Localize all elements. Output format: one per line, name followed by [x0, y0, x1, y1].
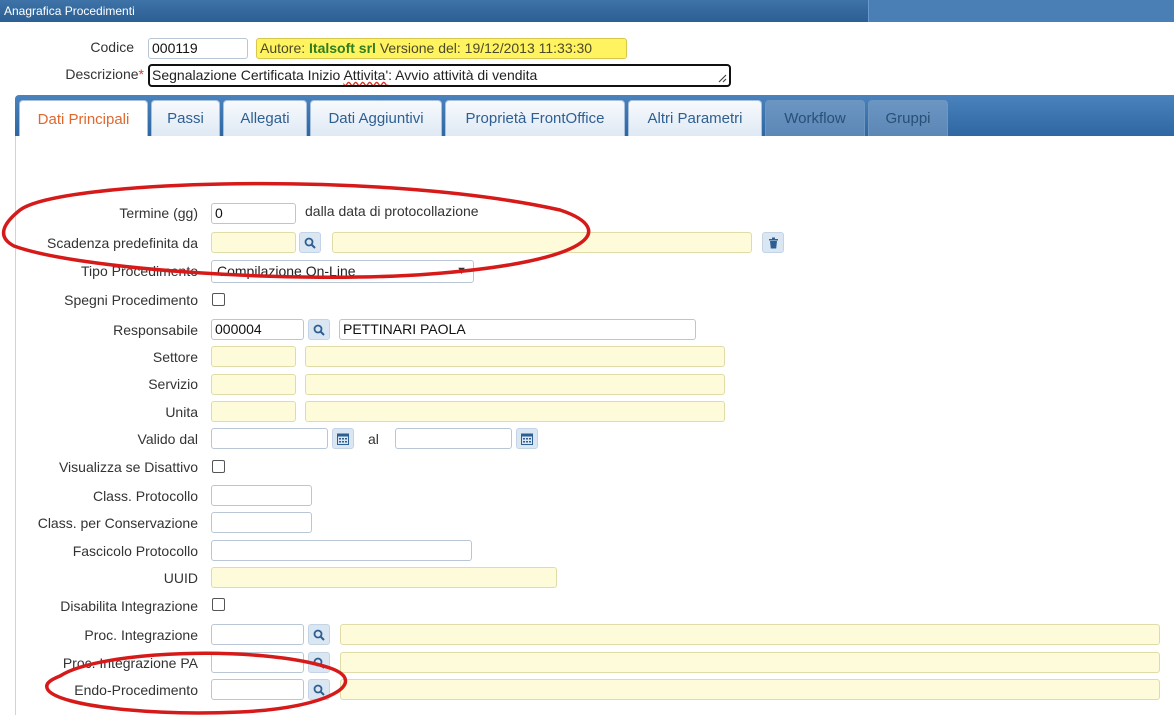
responsabile-label: Responsabile — [113, 322, 198, 338]
class-conservazione-label: Class. per Conservazione — [37, 515, 198, 531]
endo-procedimento-code-input[interactable] — [211, 679, 304, 700]
responsabile-search-button[interactable] — [308, 319, 330, 340]
proc-integrazione-pa-desc-input[interactable] — [340, 652, 1160, 673]
tab-allegati[interactable]: Allegati — [223, 100, 307, 136]
magnifier-icon — [313, 684, 325, 696]
window-title-bar: Anagrafica Procedimenti — [0, 0, 1174, 22]
required-asterisk: * — [138, 66, 144, 82]
visualizza-label: Visualizza se Disattivo — [58, 459, 198, 475]
scadenza-delete-button[interactable] — [762, 232, 784, 253]
chevron-down-icon: ▼ — [456, 265, 467, 277]
tab-passi[interactable]: Passi — [151, 100, 220, 136]
al-label: al — [368, 431, 379, 447]
magnifier-icon — [313, 629, 325, 641]
endo-procedimento-search-button[interactable] — [308, 679, 330, 700]
scadenza-label: Scadenza predefinita da — [47, 235, 198, 251]
servizio-label: Servizio — [148, 376, 198, 392]
descrizione-text-pre: Segnalazione Certificata Inizio — [152, 67, 344, 83]
descrizione-textarea[interactable]: Segnalazione Certificata Inizio Attivita… — [148, 64, 731, 87]
descrizione-text-misspelled: Attivita' — [343, 67, 389, 83]
valido-dal-calendar-button[interactable] — [332, 428, 354, 449]
window-title: Anagrafica Procedimenti — [4, 4, 135, 18]
tab-workflow: Workflow — [765, 100, 865, 136]
tipo-procedimento-value: Compilazione On-Line — [217, 263, 356, 279]
valido-al-input[interactable] — [395, 428, 512, 449]
tipo-procedimento-select[interactable]: Compilazione On-Line ▼ — [211, 260, 474, 283]
magnifier-icon — [313, 657, 325, 669]
visualizza-checkbox[interactable] — [212, 460, 225, 473]
responsabile-name-input[interactable]: PETTINARI PAOLA — [339, 319, 696, 340]
settore-label: Settore — [152, 349, 198, 365]
info-prefix: Autore: — [260, 40, 310, 56]
disabilita-label: Disabilita Integrazione — [60, 598, 198, 614]
scadenza-search-button[interactable] — [299, 232, 321, 253]
magnifier-icon — [304, 237, 316, 249]
calendar-icon — [337, 433, 349, 445]
spegni-label: Spegni Procedimento — [64, 292, 198, 308]
codice-label: Codice — [90, 39, 134, 55]
disabilita-checkbox[interactable] — [212, 598, 225, 611]
tab-proprieta-frontoffice[interactable]: Proprietà FrontOffice — [445, 100, 625, 136]
tipo-procedimento-label: Tipo Procedimento — [81, 263, 198, 279]
resize-grip-icon[interactable] — [718, 74, 727, 83]
tab-dati-aggiuntivi[interactable]: Dati Aggiuntivi — [310, 100, 442, 136]
class-protocollo-input[interactable] — [211, 485, 312, 506]
unita-code-input[interactable] — [211, 401, 296, 422]
termine-suffix: dalla data di protocollazione — [305, 203, 479, 219]
settore-desc-input[interactable] — [305, 346, 725, 367]
class-conservazione-input[interactable] — [211, 512, 312, 533]
descrizione-label: Descrizione* — [10, 66, 144, 82]
uuid-input[interactable] — [211, 567, 557, 588]
calendar-icon — [521, 433, 533, 445]
valido-al-calendar-button[interactable] — [516, 428, 538, 449]
unita-label: Unita — [165, 404, 198, 420]
servizio-desc-input[interactable] — [305, 374, 725, 395]
unita-desc-input[interactable] — [305, 401, 725, 422]
info-suffix: Versione del: 19/12/2013 11:33:30 — [375, 40, 593, 56]
proc-integrazione-label: Proc. Integrazione — [84, 627, 198, 643]
codice-input[interactable]: 000119 — [148, 38, 248, 59]
termine-label: Termine (gg) — [119, 205, 198, 221]
scadenza-desc-input[interactable] — [332, 232, 752, 253]
scadenza-code-input[interactable] — [211, 232, 296, 253]
trash-icon — [768, 237, 778, 248]
endo-procedimento-label: Endo-Procedimento — [74, 682, 198, 698]
proc-integrazione-pa-search-button[interactable] — [308, 652, 330, 673]
fascicolo-label: Fascicolo Protocollo — [72, 543, 198, 559]
proc-integrazione-pa-code-input[interactable] — [211, 652, 304, 673]
valido-dal-label: Valido dal — [137, 431, 198, 447]
tab-gruppi: Gruppi — [868, 100, 948, 136]
termine-input[interactable]: 0 — [211, 203, 296, 224]
author-version-info: Autore: Italsoft srl Versione del: 19/12… — [256, 38, 627, 59]
spegni-checkbox[interactable] — [212, 293, 225, 306]
tab-dati-principali[interactable]: Dati Principali — [19, 100, 148, 137]
descrizione-label-text: Descrizione — [65, 66, 139, 82]
tab-altri-parametri[interactable]: Altri Parametri — [628, 100, 762, 136]
proc-integrazione-code-input[interactable] — [211, 624, 304, 645]
fascicolo-input[interactable] — [211, 540, 472, 561]
descrizione-text-post: : Avvio attività di vendita — [388, 67, 538, 83]
proc-integrazione-desc-input[interactable] — [340, 624, 1160, 645]
title-bar-right-area — [868, 0, 1174, 22]
responsabile-code-input[interactable]: 000004 — [211, 319, 304, 340]
info-author: Italsoft srl — [309, 40, 376, 56]
settore-code-input[interactable] — [211, 346, 296, 367]
endo-procedimento-desc-input[interactable] — [340, 679, 1160, 700]
uuid-label: UUID — [163, 570, 198, 586]
valido-dal-input[interactable] — [211, 428, 328, 449]
magnifier-icon — [313, 324, 325, 336]
class-protocollo-label: Class. Protocollo — [92, 488, 198, 504]
tab-bar: Dati Principali Passi Allegati Dati Aggi… — [15, 95, 1174, 137]
proc-integrazione-search-button[interactable] — [308, 624, 330, 645]
proc-integrazione-pa-label: Proc. Integrazione PA — [62, 655, 198, 671]
servizio-code-input[interactable] — [211, 374, 296, 395]
